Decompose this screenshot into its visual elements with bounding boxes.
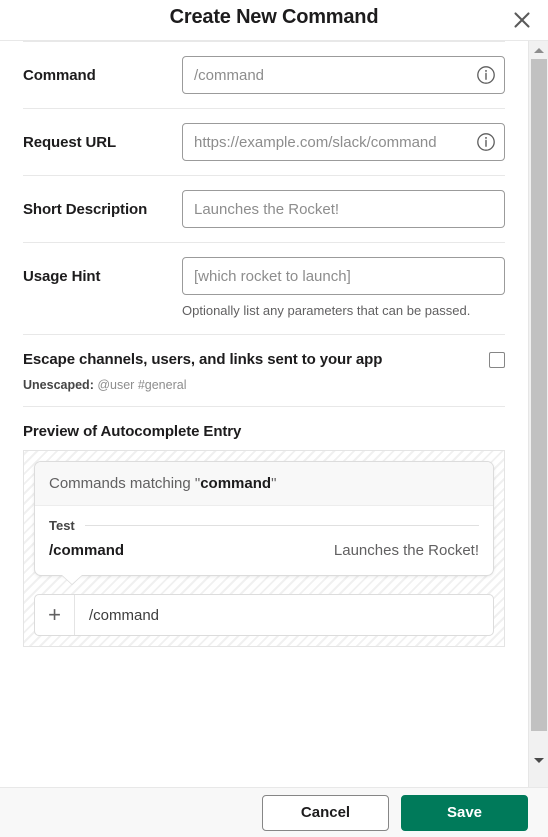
cancel-button[interactable]: Cancel: [262, 794, 389, 831]
info-circle-icon-command[interactable]: [476, 65, 496, 85]
label-usage-hint: Usage Hint: [23, 267, 101, 285]
autocomplete-header-suffix: ": [271, 475, 277, 492]
short-description-input[interactable]: [182, 190, 505, 228]
usage-hint-input[interactable]: [182, 257, 505, 295]
preview-section-title: Preview of Autocomplete Entry: [23, 423, 242, 440]
form-row-short-description: Short Description: [0, 176, 528, 242]
command-input[interactable]: [182, 56, 505, 94]
info-circle-icon-request-url[interactable]: [476, 132, 496, 152]
escape-label: Escape channels, users, and links sent t…: [23, 351, 383, 368]
close-icon: [511, 9, 533, 31]
plus-icon[interactable]: +: [35, 595, 75, 635]
autocomplete-header-term: command: [200, 475, 272, 492]
chevron-down-icon: [534, 757, 544, 763]
message-composer[interactable]: + /command: [34, 594, 494, 636]
modal-body: Command Request URL: [0, 41, 548, 787]
autocomplete-header-prefix: Commands matching ": [49, 475, 201, 492]
autocomplete-popup: Commands matching "command" Test /comman…: [34, 461, 494, 584]
popup-tail-icon: [62, 575, 82, 584]
escape-checkbox[interactable]: [489, 351, 505, 368]
autocomplete-section-label: Test: [49, 518, 75, 533]
usage-hint-helper-text: Optionally list any parameters that can …: [182, 303, 471, 318]
label-short-description: Short Description: [23, 200, 148, 218]
escape-sub-prefix: Unescaped:: [23, 378, 94, 392]
escape-block: Escape channels, users, and links sent t…: [0, 335, 528, 406]
autocomplete-item-description: Launches the Rocket!: [333, 542, 479, 559]
autocomplete-header: Commands matching "command": [35, 462, 493, 506]
form-row-command: Command: [0, 42, 528, 108]
autocomplete-item[interactable]: /command Launches the Rocket!: [35, 533, 493, 575]
vertical-scrollbar[interactable]: [528, 41, 548, 787]
save-button[interactable]: Save: [401, 794, 528, 831]
escape-sub-text: Unescaped: @user #general: [23, 378, 505, 392]
request-url-input[interactable]: [182, 123, 505, 161]
page-title: Create New Command: [169, 6, 379, 28]
modal-footer: Cancel Save: [0, 787, 548, 837]
modal-header: Create New Command: [0, 0, 548, 41]
close-button[interactable]: [508, 6, 536, 34]
label-request-url: Request URL: [23, 133, 117, 151]
label-command: Command: [23, 66, 96, 84]
composer-text[interactable]: /command: [75, 595, 493, 635]
autocomplete-section: Test: [35, 506, 493, 533]
scrollbar-down-button[interactable]: [529, 751, 548, 769]
form-row-request-url: Request URL: [0, 109, 528, 175]
escape-sub-value: @user #general: [97, 378, 187, 392]
section-rule: [84, 525, 479, 526]
scrollbar-thumb[interactable]: [531, 59, 547, 731]
scrollbar-up-button[interactable]: [529, 41, 548, 59]
preview-container: Commands matching "command" Test /comman…: [23, 450, 505, 647]
form-row-usage-hint: Usage Hint: [0, 243, 528, 309]
autocomplete-item-command: /command: [49, 542, 125, 559]
create-command-modal: Create New Command Command /command Requ…: [0, 0, 548, 837]
chevron-up-icon: [534, 47, 544, 53]
